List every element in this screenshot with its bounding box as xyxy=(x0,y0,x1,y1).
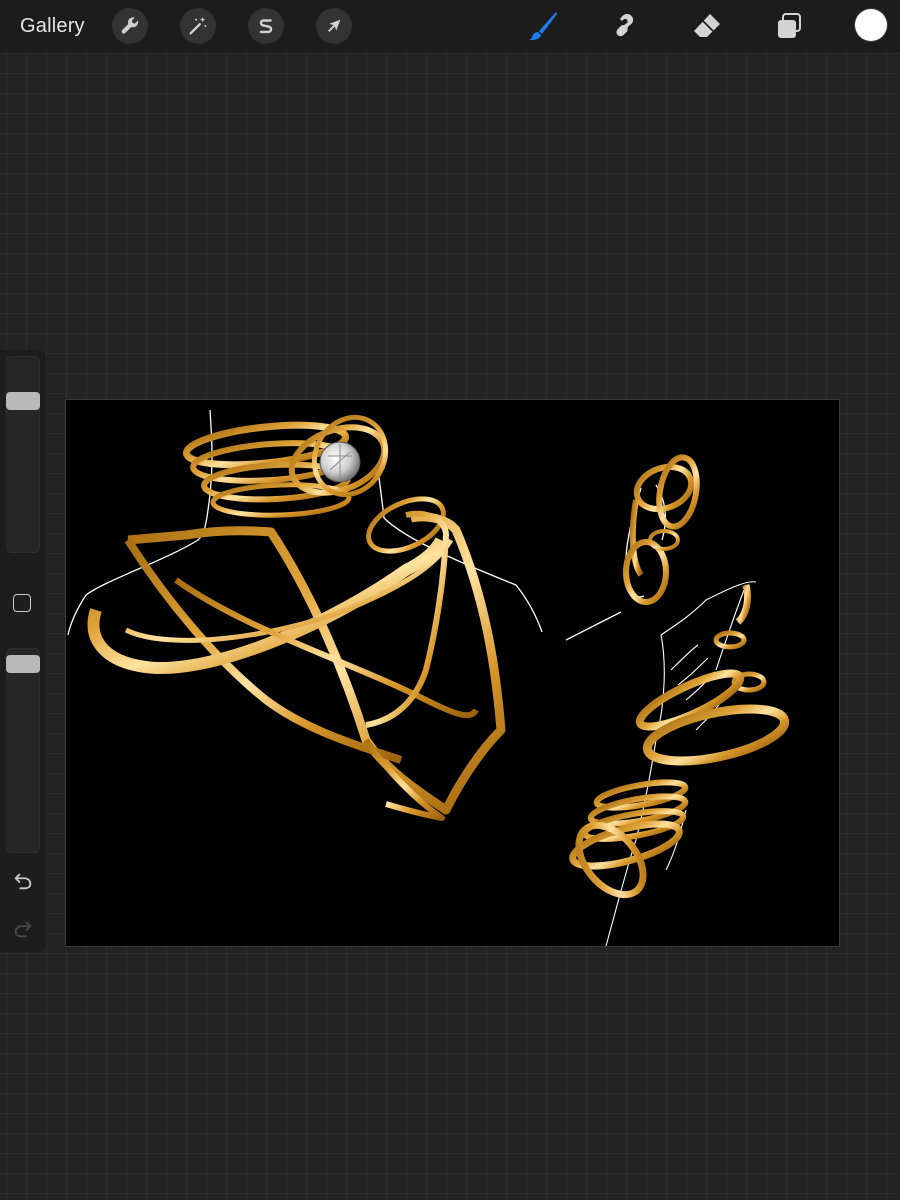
magic-wand-icon xyxy=(189,16,207,35)
layers-button[interactable] xyxy=(771,8,807,44)
redo-button[interactable] xyxy=(10,916,36,942)
top-toolbar: Gallery xyxy=(0,0,900,52)
arrow-cursor-icon xyxy=(328,19,341,32)
eraser-button[interactable] xyxy=(689,8,725,44)
selection-button[interactable] xyxy=(248,8,284,44)
transform-button[interactable] xyxy=(316,8,352,44)
eraser-icon xyxy=(694,14,720,37)
smudge-button[interactable] xyxy=(607,8,643,44)
hand-jewelry xyxy=(569,584,790,899)
smudge-icon xyxy=(616,14,634,37)
adjustments-button[interactable] xyxy=(180,8,216,44)
selection-s-icon xyxy=(259,19,273,34)
opacity-handle[interactable] xyxy=(6,655,40,673)
undo-button[interactable] xyxy=(10,868,36,894)
modify-square-icon[interactable] xyxy=(13,594,31,612)
opacity-slider[interactable] xyxy=(6,648,40,853)
brush-button[interactable] xyxy=(525,8,561,44)
procreate-app: Gallery xyxy=(0,0,900,1200)
ear-cuff xyxy=(623,454,700,605)
wrench-icon xyxy=(121,17,139,34)
layers-icon xyxy=(778,13,801,38)
brush-size-slider[interactable] xyxy=(6,356,40,553)
left-sidebar xyxy=(0,350,46,952)
redo-icon xyxy=(14,921,32,938)
brush-icon xyxy=(529,12,557,41)
actions-button[interactable] xyxy=(112,8,148,44)
undo-icon xyxy=(14,873,32,890)
collar-ribbons xyxy=(87,510,506,821)
gallery-button[interactable]: Gallery xyxy=(20,12,85,40)
jewelry-artwork xyxy=(67,409,790,946)
color-picker-button[interactable] xyxy=(855,9,887,41)
drawing-canvas[interactable] xyxy=(66,400,839,946)
brush-size-handle[interactable] xyxy=(6,392,40,410)
